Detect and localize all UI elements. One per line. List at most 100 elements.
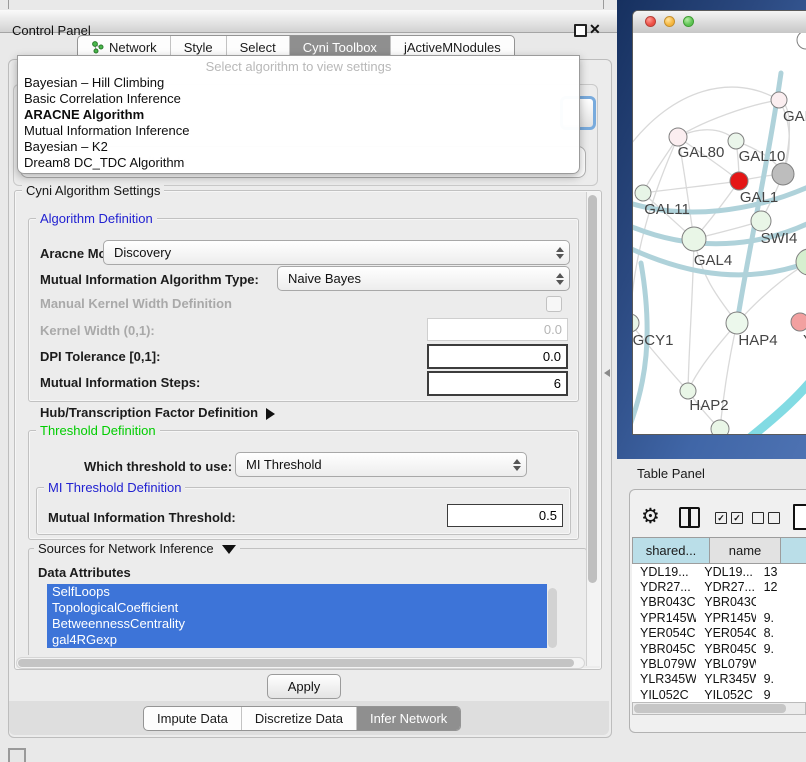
hub-definition-label: Hub/Transcription Factor Definition [40, 405, 258, 420]
network-edge [751, 371, 806, 434]
manual-kernel-checkbox[interactable] [546, 296, 562, 312]
tab-infer-network[interactable]: Infer Network [357, 707, 460, 730]
mi-type-value: Naive Bayes [278, 271, 551, 286]
attribute-item-selfloops[interactable]: SelfLoops [47, 584, 547, 600]
table-row[interactable]: YLR345WYLR345W9. [632, 672, 806, 687]
expand-arrow-icon[interactable] [266, 408, 275, 420]
network-node[interactable] [796, 249, 806, 275]
network-node-gal4[interactable] [682, 227, 706, 251]
table-cell: 8. [756, 626, 806, 640]
stepper-arrows-icon [551, 247, 569, 259]
table-row[interactable]: YBL079WYBL079W [632, 656, 806, 671]
attribute-item-gal4rgexp[interactable]: gal4RGexp [47, 632, 547, 648]
minimize-traffic-light-icon[interactable] [664, 16, 675, 27]
table-row[interactable]: YBR043CYBR043C [632, 595, 806, 610]
node-label: GAL1 [740, 189, 778, 206]
table-cell: YPR145W [632, 611, 696, 625]
table-row[interactable]: YIL052CYIL052C9 [632, 687, 806, 702]
network-node[interactable] [772, 163, 794, 185]
network-canvas[interactable]: GALGAL80GAL10GAL1GAL11GAL4SWI4GCY1HAP4YH… [633, 33, 806, 434]
export-table-icon[interactable] [793, 504, 806, 530]
table-row[interactable]: YDR27...YDR27...12 [632, 579, 806, 594]
control-panel-titlebar: Control Panel ✕ [0, 10, 617, 33]
algorithm-option-basic-correlation-inference[interactable]: Basic Correlation Inference [18, 91, 579, 107]
splitter-collapse-icon[interactable] [604, 369, 610, 377]
threshold-definition-title: Threshold Definition [36, 423, 160, 438]
sources-title[interactable]: Sources for Network Inference [34, 541, 240, 556]
mi-steps-label: Mutual Information Steps: [40, 375, 200, 390]
manual-kernel-label: Manual Kernel Width Definition [40, 296, 232, 311]
tab-label: Impute Data [157, 711, 228, 726]
which-threshold-combo[interactable]: MI Threshold [235, 452, 527, 477]
network-node-gal[interactable] [771, 92, 787, 108]
tab-label: Infer Network [370, 711, 447, 726]
table-cell: YBR045C [696, 642, 755, 656]
aracne-mode-value: Discovery [104, 245, 551, 260]
network-node-gcy1[interactable] [633, 314, 639, 332]
data-attributes-list: SelfLoopsTopologicalCoefficientBetweenne… [47, 584, 547, 648]
cyni-mode-tabbar: Impute Data Discretize Data Infer Network [143, 706, 461, 731]
gear-icon[interactable]: ⚙ [641, 504, 660, 529]
tab-impute-data[interactable]: Impute Data [144, 707, 242, 730]
algorithm-option-bayesian-hill-climbing[interactable]: Bayesian – Hill Climbing [18, 75, 579, 91]
table-row[interactable]: YER054CYER054C8. [632, 626, 806, 641]
network-node[interactable] [711, 420, 729, 434]
algorithm-list: Bayesian – Hill ClimbingBasic Correlatio… [18, 75, 579, 171]
minimized-panel-icon[interactable] [8, 748, 26, 762]
algorithm-option-aracne-algorithm[interactable]: ARACNE Algorithm [18, 107, 579, 123]
table-row[interactable]: YBR045CYBR045C9. [632, 641, 806, 656]
algorithm-option-dream8-dc-tdc-algorithm[interactable]: Dream8 DC_TDC Algorithm [18, 155, 579, 171]
table-cell: YBR043C [696, 595, 755, 609]
network-node[interactable] [797, 33, 806, 49]
table-cell: YDL19... [696, 565, 755, 579]
settings-vscrollbar-thumb[interactable] [588, 195, 597, 583]
node-label: SWI4 [761, 230, 798, 247]
network-node-gal11[interactable] [635, 185, 651, 201]
attributes-scrollbar-thumb[interactable] [548, 588, 557, 648]
network-node-hap4[interactable] [726, 312, 748, 334]
table-hscrollbar-thumb[interactable] [634, 704, 786, 713]
column-header-2[interactable] [780, 537, 806, 564]
collapse-arrow-icon[interactable] [222, 545, 236, 554]
network-node-gal1[interactable] [730, 172, 748, 190]
attribute-item-betweennesscentrality[interactable]: BetweennessCentrality [47, 616, 547, 632]
tab-discretize-data[interactable]: Discretize Data [242, 707, 357, 730]
network-node-gal10[interactable] [728, 133, 744, 149]
hub-definition-toggle[interactable]: Hub/Transcription Factor Definition [40, 405, 275, 420]
network-window-titlebar[interactable] [633, 11, 806, 34]
mi-steps-field[interactable]: 6 [427, 371, 568, 396]
float-panel-icon[interactable] [574, 24, 587, 37]
column-header-shared[interactable]: shared... [632, 537, 709, 564]
algorithm-option-mutual-information-inference[interactable]: Mutual Information Inference [18, 123, 579, 139]
settings-hscrollbar-thumb[interactable] [18, 659, 574, 667]
network-node-y[interactable] [791, 313, 806, 331]
aracne-mode-combo[interactable]: Discovery [103, 240, 570, 265]
attribute-item-topologicalcoefficient[interactable]: TopologicalCoefficient [47, 600, 547, 616]
algorithm-option-bayesian-k2[interactable]: Bayesian – K2 [18, 139, 579, 155]
node-label: GAL10 [739, 148, 786, 165]
table-cell: YER054C [632, 626, 696, 640]
apply-button[interactable]: Apply [267, 674, 341, 699]
network-node-swi4[interactable] [751, 211, 771, 231]
column-header-name[interactable]: name [709, 537, 780, 564]
table-row[interactable]: YPR145WYPR145W9. [632, 610, 806, 625]
network-edge [643, 137, 678, 193]
table-cell: 9. [756, 672, 806, 686]
node-label: HAP2 [689, 397, 728, 414]
popup-placeholder: Select algorithm to view settings [18, 56, 579, 75]
network-icon [91, 41, 104, 54]
close-traffic-light-icon[interactable] [645, 16, 656, 27]
columns-icon[interactable] [679, 507, 700, 528]
select-all-columns-icon[interactable]: ✓✓ [715, 512, 743, 524]
close-icon[interactable]: ✕ [589, 21, 601, 38]
mi-type-combo[interactable]: Naive Bayes [277, 266, 570, 291]
table-row[interactable]: YDL19...YDL19...13 [632, 564, 806, 579]
table-rows: YDL19...YDL19...13YDR27...YDR27...12YBR0… [632, 564, 806, 702]
kernel-width-field[interactable]: 0.0 [427, 318, 568, 341]
dpi-tolerance-field[interactable]: 0.0 [427, 344, 568, 369]
mi-threshold-field[interactable]: 0.5 [447, 504, 563, 527]
zoom-traffic-light-icon[interactable] [683, 16, 694, 27]
deselect-all-columns-icon[interactable] [752, 512, 780, 524]
application-root: Control Panel ✕ NetworkStyleSelectCyni T… [0, 0, 806, 762]
table-cell: YBR045C [632, 642, 696, 656]
